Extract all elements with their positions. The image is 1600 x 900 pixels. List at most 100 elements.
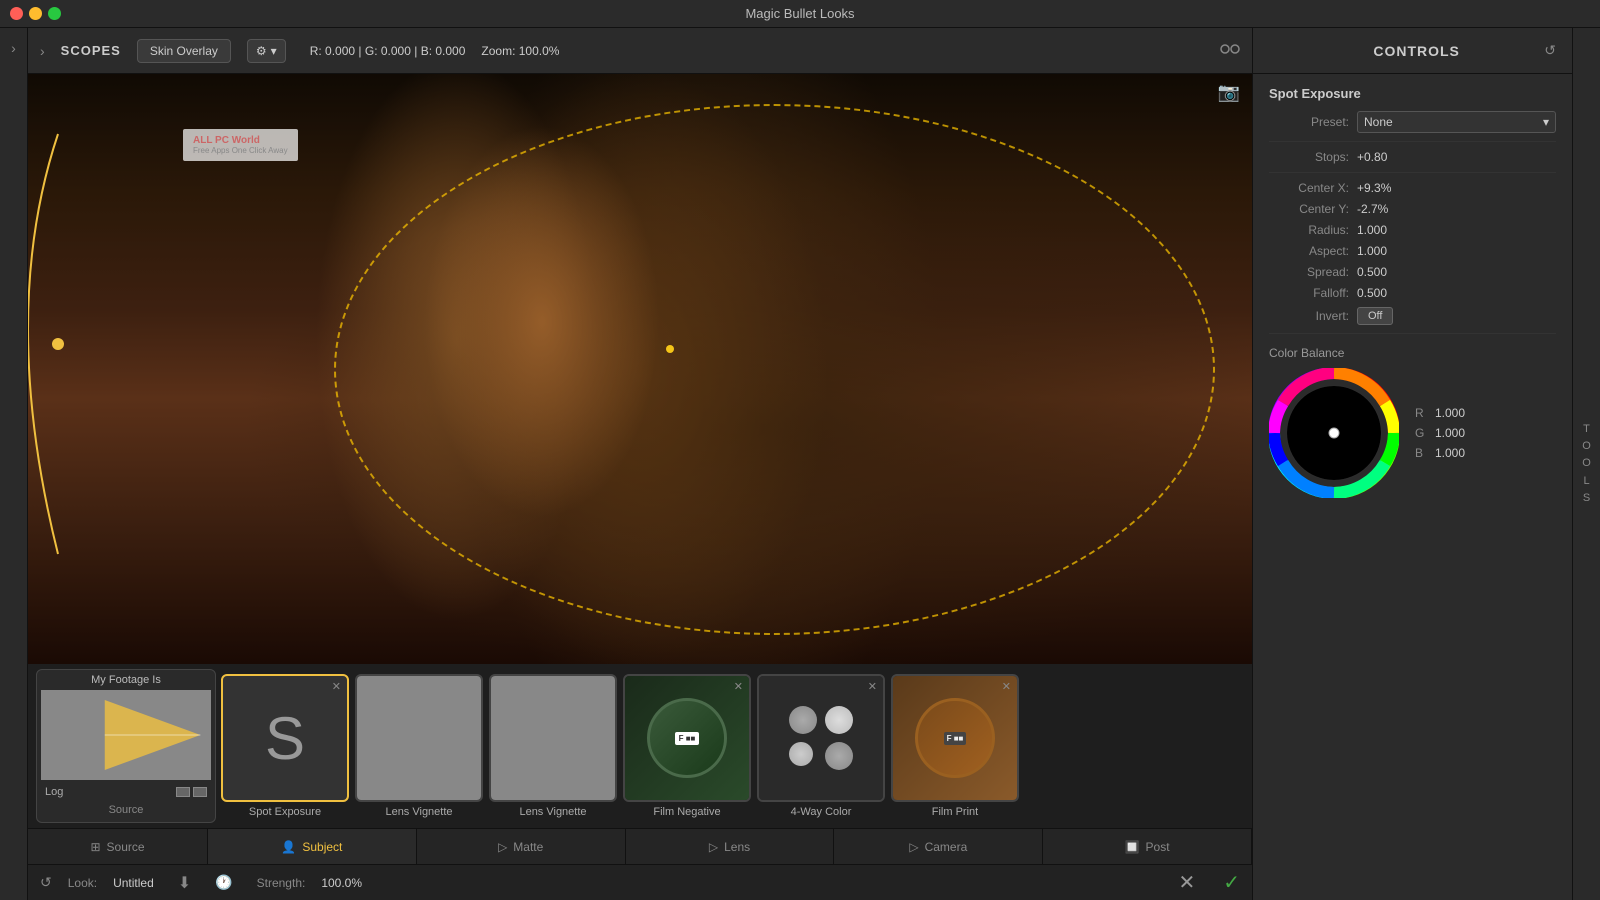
source-card[interactable]: My Footage Is Log — [36, 669, 216, 823]
close-icon[interactable]: ✕ — [734, 680, 743, 693]
4way-color-card[interactable]: ✕ 4-Way Color — [756, 674, 886, 818]
multiview-button[interactable] — [1220, 41, 1240, 60]
controls-panel: CONTROLS ↺ Spot Exposure Preset: None ▾ … — [1252, 28, 1572, 900]
color-wheel[interactable] — [1269, 368, 1399, 498]
preset-label: Preset: — [1269, 115, 1349, 129]
source-tab-label: Source — [107, 840, 145, 854]
close-button[interactable] — [10, 7, 23, 20]
4way-thumbnail: ✕ — [757, 674, 885, 802]
film-print-card[interactable]: ✕ F ■■ Film Print — [890, 674, 1020, 818]
dot-br — [825, 742, 853, 770]
source-tab-icon: ⊞ — [90, 840, 100, 854]
falloff-row: Falloff: 0.500 — [1269, 286, 1556, 300]
timer-icon[interactable]: 🕐 — [215, 874, 232, 891]
dot-tl — [789, 706, 817, 734]
close-icon[interactable]: ✕ — [1002, 680, 1011, 693]
center-control-point[interactable] — [666, 345, 674, 353]
spot-exposure-label: Spot Exposure — [249, 806, 321, 818]
source-film-icon — [176, 787, 207, 797]
camera-icon[interactable]: 📷 — [1218, 82, 1240, 103]
lens-icon: ▷ — [709, 840, 718, 854]
subject-icon: 👤 — [281, 840, 296, 854]
lens-vignette-2-card[interactable]: ✕ Lens Vignette — [488, 674, 618, 818]
spread-row: Spread: 0.500 — [1269, 265, 1556, 279]
spot-exposure-card[interactable]: ✕ S Spot Exposure — [220, 674, 350, 818]
lens-vignette-1-label: Lens Vignette — [385, 806, 452, 818]
scopes-button[interactable]: SCOPES — [61, 43, 121, 58]
subject-tab[interactable]: 👤 Subject — [208, 829, 417, 864]
lens-vignette-1-card[interactable]: ✕ Lens Vignette — [354, 674, 484, 818]
source-label: Source — [109, 804, 144, 816]
film-badge: F ■■ — [675, 732, 700, 745]
preset-select[interactable]: None ▾ — [1357, 111, 1556, 133]
controls-title: CONTROLS — [1373, 43, 1460, 59]
rgb-display: R: 0.000 | G: 0.000 | B: 0.000 — [310, 44, 466, 58]
g-row: G 1.000 — [1415, 426, 1465, 440]
invert-button[interactable]: Off — [1357, 307, 1393, 325]
aspect-label: Aspect: — [1269, 244, 1349, 258]
gear-dropdown-icon: ▾ — [271, 44, 277, 58]
settings-button[interactable]: ⚙ ▾ — [247, 39, 286, 63]
film-negative-card[interactable]: ✕ F ■■ Film Negative — [622, 674, 752, 818]
status-bar: ↺ Look: Untitled ⬇ 🕐 Strength: 100.0% ✕ … — [28, 864, 1252, 900]
film-negative-label: Film Negative — [653, 806, 720, 818]
lens-bg — [357, 676, 481, 800]
center-y-value[interactable]: -2.7% — [1357, 202, 1556, 216]
center-x-value[interactable]: +9.3% — [1357, 181, 1556, 195]
controls-reset-icon[interactable]: ↺ — [1544, 42, 1556, 59]
radius-value[interactable]: 1.000 — [1357, 223, 1556, 237]
panel-expand-icon[interactable]: › — [40, 43, 45, 59]
preset-row: Preset: None ▾ — [1269, 111, 1556, 133]
top-toolbar: › SCOPES Skin Overlay ⚙ ▾ R: 0.000 | G: … — [28, 28, 1252, 74]
spread-value[interactable]: 0.500 — [1357, 265, 1556, 279]
lens-bg-2 — [491, 676, 615, 800]
post-icon: 🔲 — [1125, 840, 1140, 854]
maximize-button[interactable] — [48, 7, 61, 20]
center-y-label: Center Y: — [1269, 202, 1349, 216]
exposure-curve[interactable] — [28, 74, 148, 664]
film-negative-thumbnail: ✕ F ■■ — [623, 674, 751, 802]
matte-tab[interactable]: ▷ Matte — [417, 829, 626, 864]
post-tab[interactable]: 🔲 Post — [1043, 829, 1252, 864]
film-print-thumbnail: ✕ F ■■ — [891, 674, 1019, 802]
lens-tab[interactable]: ▷ Lens — [626, 829, 835, 864]
cancel-button[interactable]: ✕ — [1178, 870, 1195, 895]
minimize-button[interactable] — [29, 7, 42, 20]
aspect-row: Aspect: 1.000 — [1269, 244, 1556, 258]
zoom-display: Zoom: 100.0% — [481, 44, 559, 58]
camera-tab[interactable]: ▷ Camera — [834, 829, 1043, 864]
confirm-button[interactable]: ✓ — [1223, 870, 1240, 895]
spot-icon: S — [265, 704, 305, 773]
preview-area[interactable]: 📷 ALL PC World Free Apps One Click Away — [28, 74, 1252, 664]
spot-exposure-title: Spot Exposure — [1269, 86, 1556, 101]
save-icon[interactable]: ⬇ — [178, 873, 191, 893]
app-title: Magic Bullet Looks — [745, 6, 854, 21]
spot-exposure-thumbnail: ✕ S — [221, 674, 349, 802]
stops-value[interactable]: +0.80 — [1357, 150, 1556, 164]
aspect-value[interactable]: 1.000 — [1357, 244, 1556, 258]
center-x-label: Center X: — [1269, 181, 1349, 195]
thumbnail-strip: My Footage Is Log — [28, 664, 1252, 828]
center-x-row: Center X: +9.3% — [1269, 181, 1556, 195]
color-balance-control: R 1.000 G 1.000 B 1.000 — [1269, 368, 1556, 498]
falloff-value[interactable]: 0.500 — [1357, 286, 1556, 300]
reset-icon[interactable]: ↺ — [40, 874, 52, 891]
film-print-label: Film Print — [932, 806, 978, 818]
close-icon[interactable]: ✕ — [466, 680, 475, 693]
dot-bl — [789, 742, 813, 766]
rgb-values: R 1.000 G 1.000 B 1.000 — [1415, 406, 1465, 460]
vignette-circle[interactable] — [334, 104, 1215, 635]
lens-vignette-2-thumbnail: ✕ — [489, 674, 617, 802]
gear-icon: ⚙ — [256, 44, 267, 58]
post-label: Post — [1146, 840, 1170, 854]
close-icon[interactable]: ✕ — [600, 680, 609, 693]
close-icon[interactable]: ✕ — [868, 680, 877, 693]
r-row: R 1.000 — [1415, 406, 1465, 420]
close-icon[interactable]: ✕ — [332, 680, 341, 693]
left-panel-toggle[interactable]: › — [0, 28, 28, 900]
invert-label: Invert: — [1269, 309, 1349, 323]
left-arrow-icon[interactable]: › — [11, 40, 16, 56]
skin-overlay-button[interactable]: Skin Overlay — [137, 39, 231, 63]
tools-panel[interactable]: T O O L S — [1572, 28, 1600, 900]
center-y-row: Center Y: -2.7% — [1269, 202, 1556, 216]
